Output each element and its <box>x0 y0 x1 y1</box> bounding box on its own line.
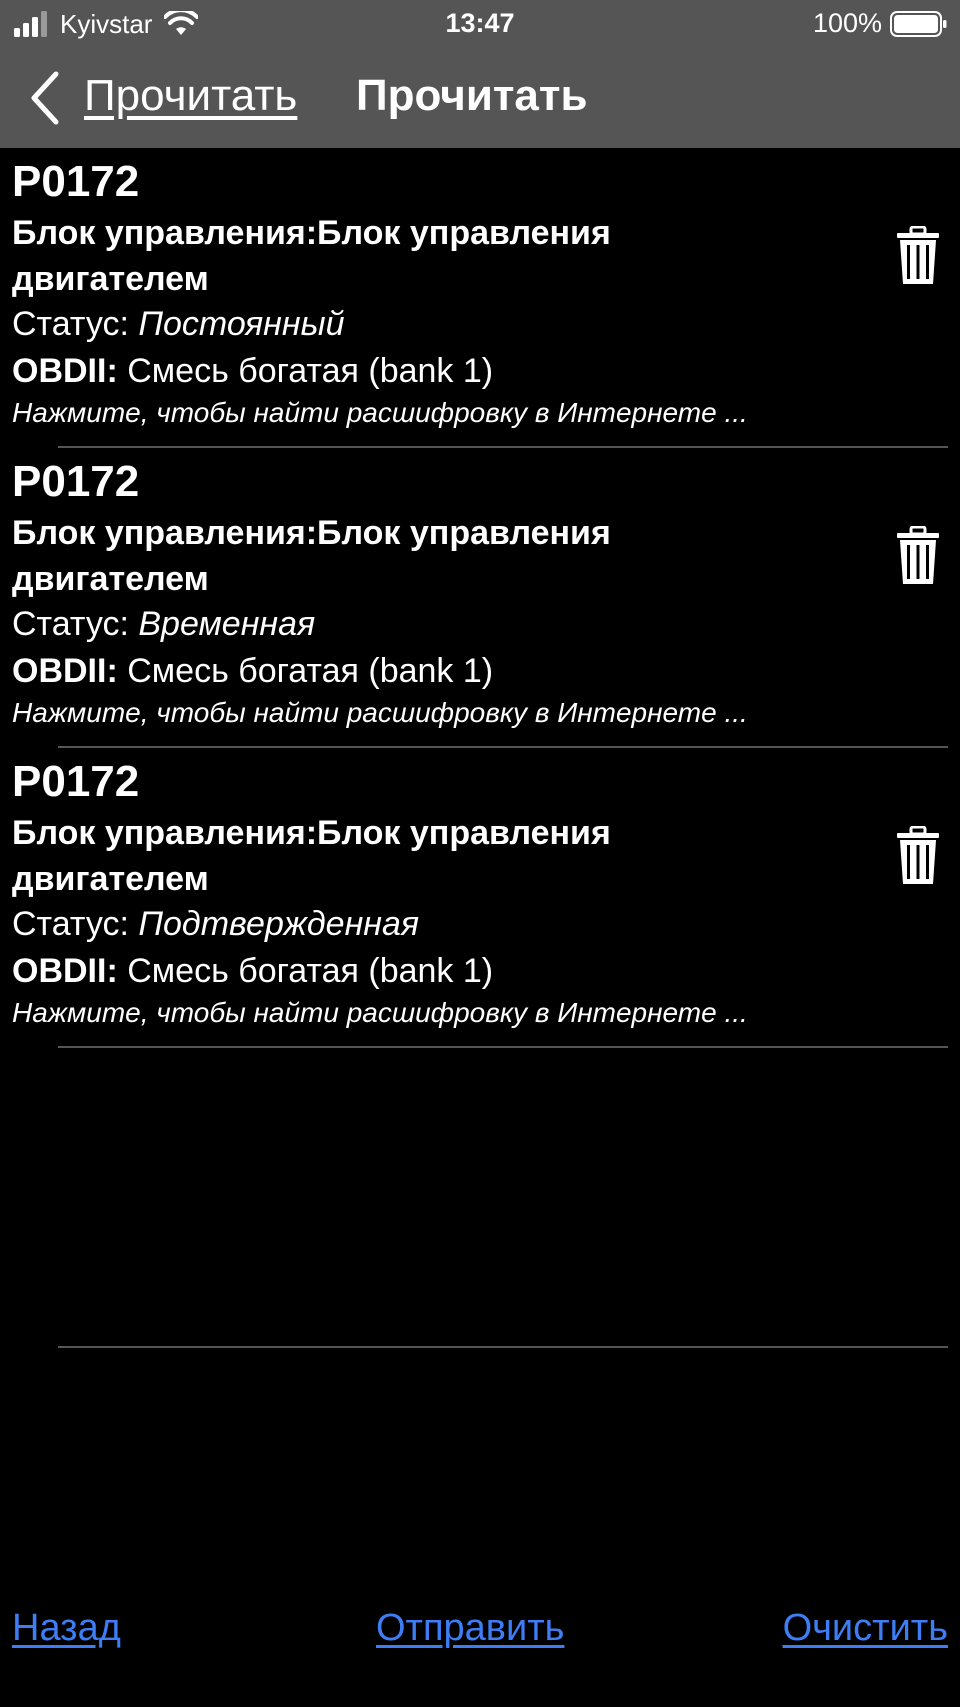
status-value: Постоянный <box>138 305 345 343</box>
obd-text: Смесь богатая (bank 1) <box>117 652 494 690</box>
page-title: Прочитать <box>356 71 588 120</box>
obd-prefix: OBDII: <box>12 352 118 390</box>
search-hint-link[interactable]: Нажмите, чтобы найти расшифровку в Интер… <box>12 695 748 731</box>
back-chevron-icon[interactable] <box>28 70 62 126</box>
obd-description: OBDII: Смесь богатая (bank 1) <box>12 949 493 993</box>
nav-back-button[interactable]: Прочитать <box>84 70 297 122</box>
list-item[interactable]: P0172 Блок управления:Блок управления дв… <box>0 148 960 448</box>
dtc-code: P0172 <box>12 457 140 506</box>
status-value: Подтвержденная <box>138 905 420 943</box>
send-button[interactable]: Отправить <box>376 1604 564 1652</box>
control-module: Блок управления:Блок управления двигател… <box>12 514 611 598</box>
status-value: Временная <box>138 605 316 643</box>
row-separator <box>58 1346 948 1348</box>
status-bar: Kyivstar 13:47 100% <box>0 0 960 48</box>
control-module: Блок управления:Блок управления двигател… <box>12 214 611 298</box>
obd-prefix: OBDII: <box>12 652 118 690</box>
empty-list-row <box>0 1048 960 1348</box>
clear-button[interactable]: Очистить <box>783 1604 948 1652</box>
obd-prefix: OBDII: <box>12 952 118 990</box>
search-hint-link[interactable]: Нажмите, чтобы найти расшифровку в Интер… <box>12 395 748 431</box>
dtc-code: P0172 <box>12 157 140 206</box>
control-module: Блок управления:Блок управления двигател… <box>12 814 611 898</box>
search-hint-link[interactable]: Нажмите, чтобы найти расшифровку в Интер… <box>12 995 748 1031</box>
trash-icon[interactable] <box>896 826 940 886</box>
navigation-bar: Прочитать Прочитать <box>0 48 960 148</box>
obd-description: OBDII: Смесь богатая (bank 1) <box>12 649 493 693</box>
battery-icon <box>890 10 947 37</box>
battery-group: 100% <box>813 8 948 39</box>
dtc-code: P0172 <box>12 757 140 806</box>
battery-percent: 100% <box>812 8 882 38</box>
status-label: Статус: <box>12 905 139 943</box>
obd-text: Смесь богатая (bank 1) <box>117 352 494 390</box>
list-item[interactable]: P0172 Блок управления:Блок управления дв… <box>0 748 960 1048</box>
status-label: Статус: <box>12 305 139 343</box>
status-label: Статус: <box>12 605 139 643</box>
trash-icon[interactable] <box>896 526 940 586</box>
list-item[interactable]: P0172 Блок управления:Блок управления дв… <box>0 448 960 748</box>
back-button[interactable]: Назад <box>12 1604 121 1652</box>
status-line: Статус: Временная <box>12 602 315 646</box>
status-line: Статус: Постоянный <box>12 302 345 346</box>
obd-description: OBDII: Смесь богатая (bank 1) <box>12 349 493 393</box>
status-line: Статус: Подтвержденная <box>12 902 419 946</box>
trouble-code-list: P0172 Блок управления:Блок управления дв… <box>0 148 960 1348</box>
obd-text: Смесь богатая (bank 1) <box>117 952 494 990</box>
trash-icon[interactable] <box>896 226 940 286</box>
